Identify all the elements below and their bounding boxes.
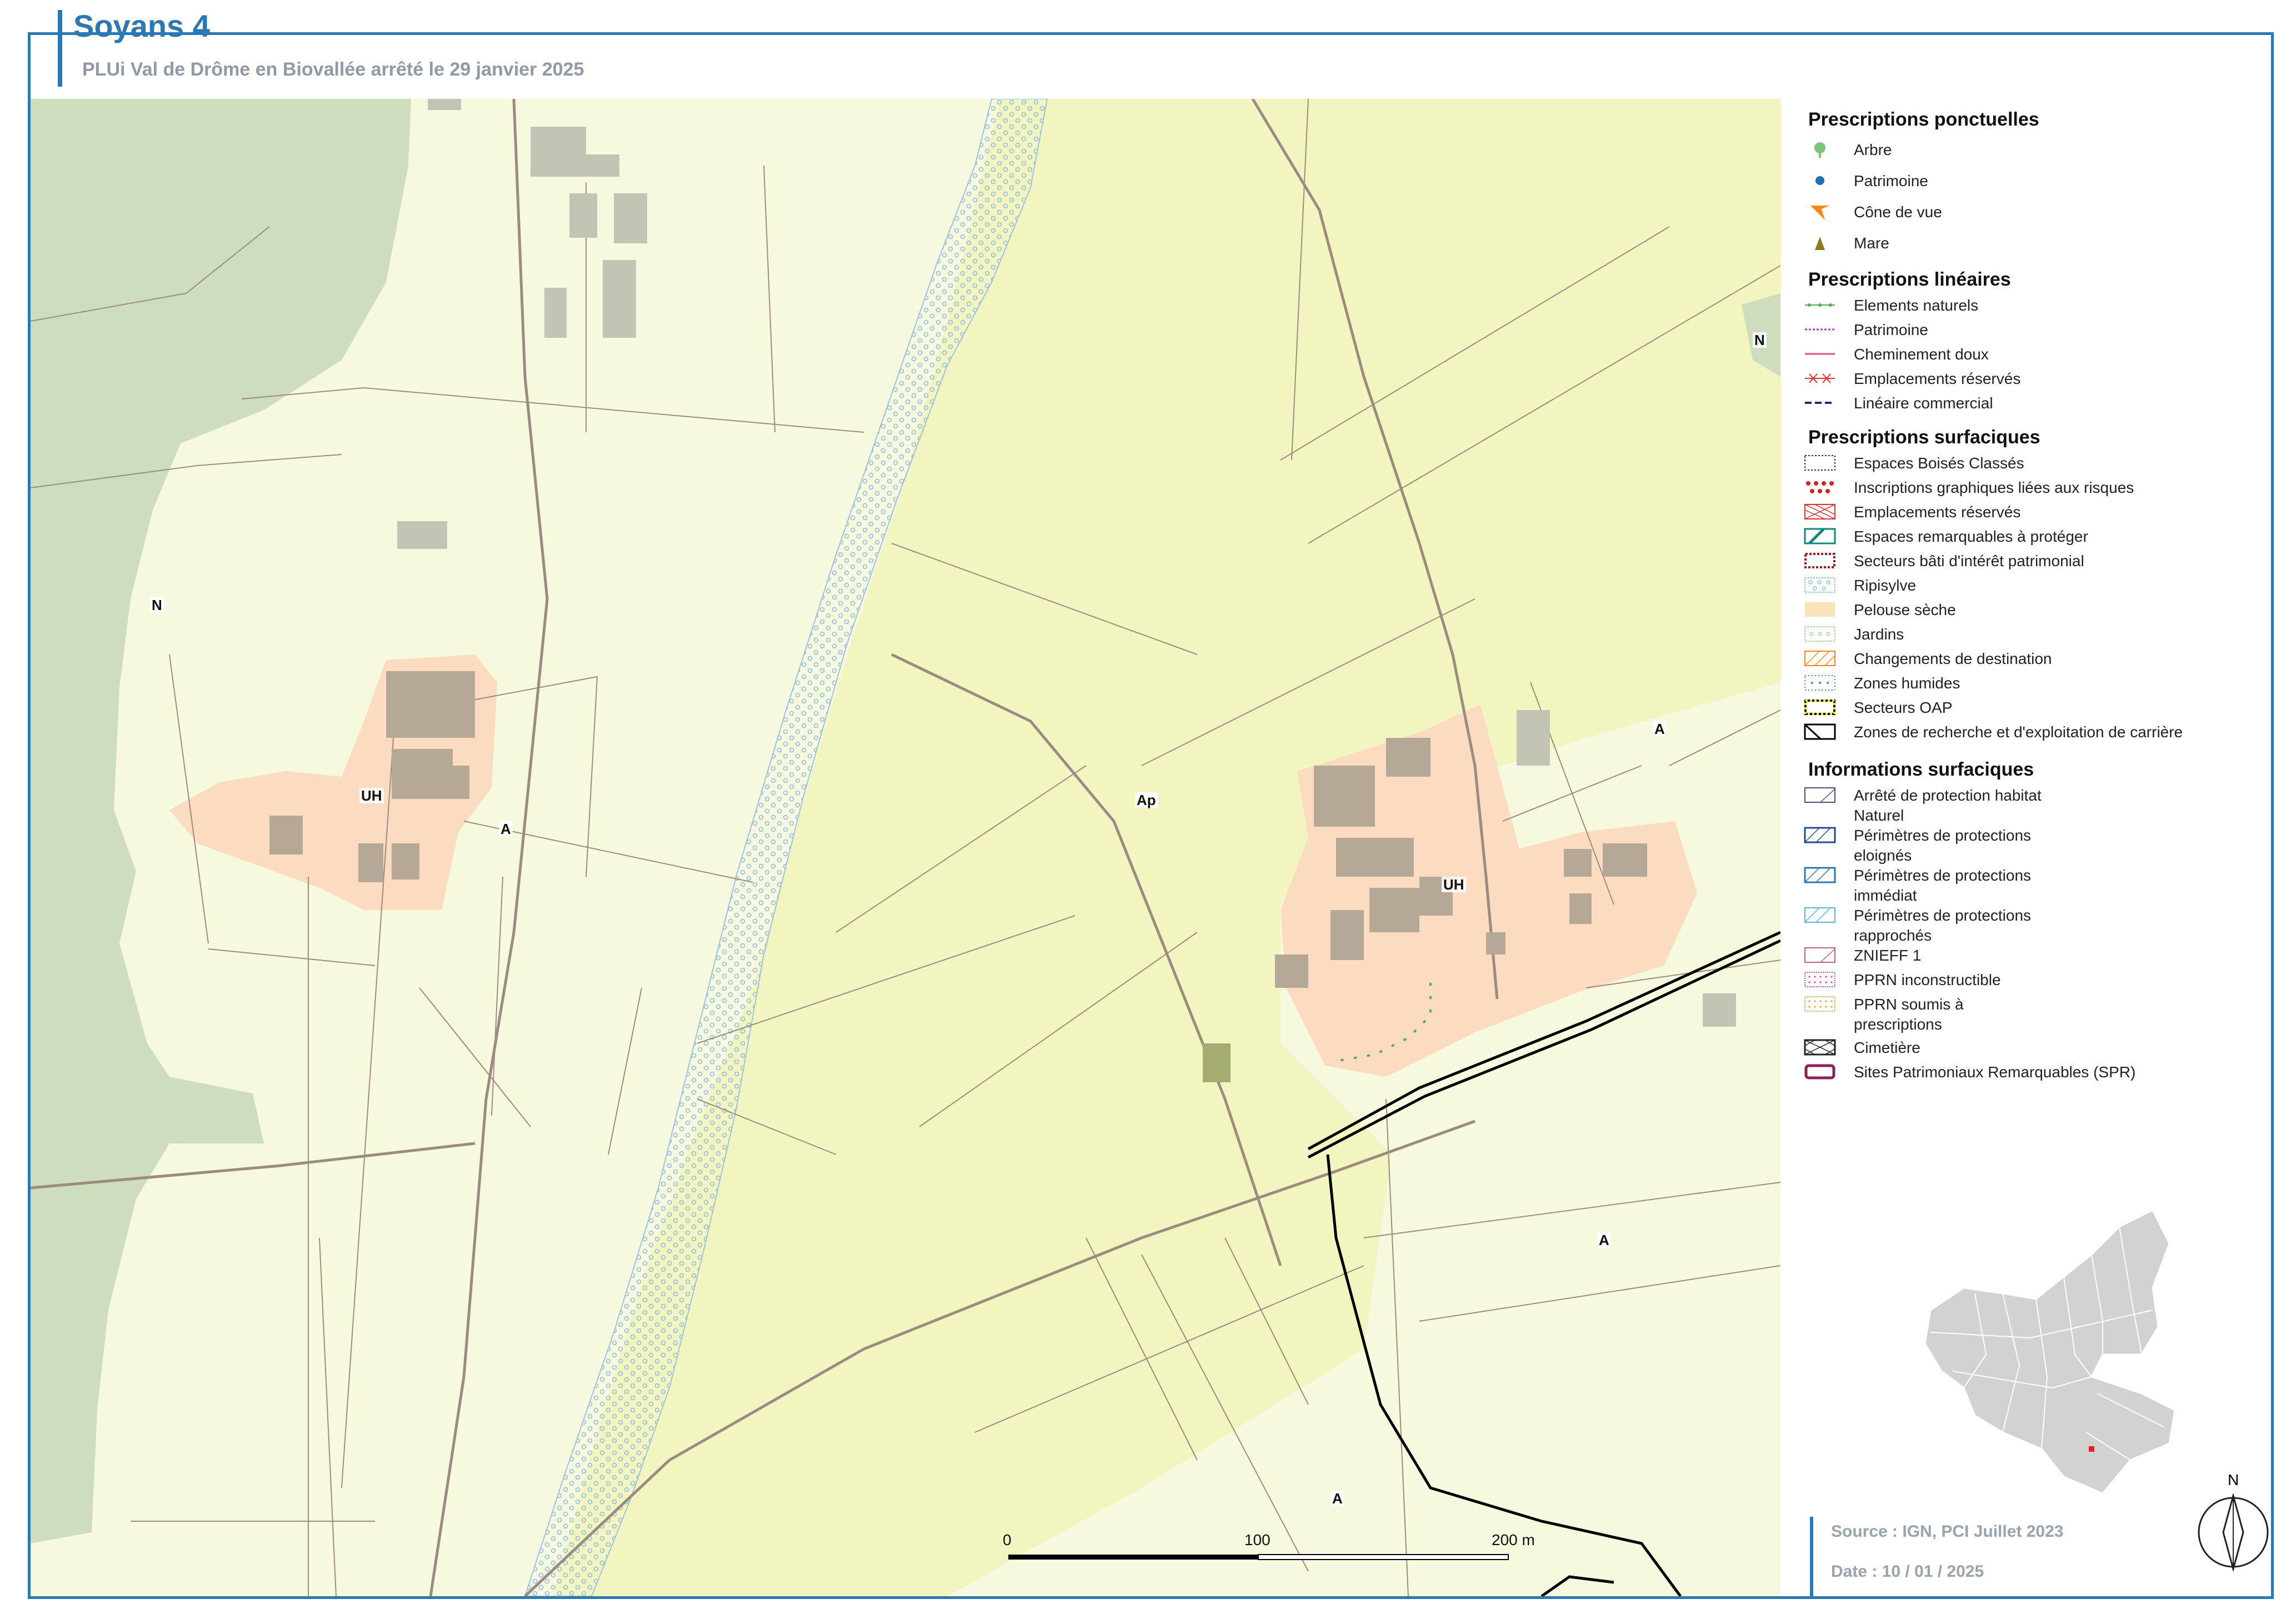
zone-label-a-east-top: A xyxy=(1653,721,1667,737)
green-hatch-swatch-icon xyxy=(1804,528,1836,544)
view-cone-icon xyxy=(1810,206,1829,220)
legend-label: PPRN inconstructible xyxy=(1854,971,2001,988)
dash-line-icon xyxy=(1805,402,1835,404)
line-icon xyxy=(1805,353,1835,355)
zone-label-n-east: N xyxy=(1753,332,1767,348)
legend-label: Ripisylve xyxy=(1854,577,1917,594)
legend-title-ponctuelles: Prescriptions ponctuelles xyxy=(1808,109,2039,130)
legend-label: Périmètres de protections rapprochés xyxy=(1854,907,2032,944)
north-arrow-label: N xyxy=(2228,1471,2239,1488)
orange-hatch-swatch-icon xyxy=(1804,651,1835,666)
legend-label: Mare xyxy=(1854,234,1889,252)
legend-label: PPRN soumis à prescriptions xyxy=(1854,996,1964,1033)
spr-swatch-icon xyxy=(1804,1064,1835,1080)
north-arrow: N xyxy=(2194,1471,2272,1582)
jardins-swatch-icon xyxy=(1804,626,1835,642)
risk-swatch-icon xyxy=(1805,480,1835,494)
dashed-line-icon xyxy=(1805,328,1835,331)
legend-label: Espaces Boisés Classés xyxy=(1854,454,2024,472)
legend-label: Jardins xyxy=(1854,626,1904,643)
legend-label: Arrêté de protection habitat Naturel xyxy=(1854,787,2042,824)
scale-bar xyxy=(1008,1554,1509,1560)
map-svg[interactable] xyxy=(31,99,1780,1596)
source-box: Source : IGN, PCI Juillet 2023 Date : 10… xyxy=(1810,1517,2147,1596)
legend-label: Emplacements réservés xyxy=(1854,370,2021,387)
ripisylve-swatch-icon xyxy=(1804,577,1835,593)
pelouse-swatch-icon xyxy=(1805,602,1835,617)
zone-label-n-west: N xyxy=(150,597,164,613)
compass-icon xyxy=(2198,1493,2269,1571)
legend-label: Pelouse sèche xyxy=(1854,601,1956,618)
legend-label: Linéaire commercial xyxy=(1854,394,1993,412)
legend-label: Emplacements réservés xyxy=(1854,503,2021,521)
pprn-red-swatch-icon xyxy=(1804,972,1835,987)
zone-label-a-east-mid: A xyxy=(1597,1232,1611,1248)
wetland-swatch-icon xyxy=(1804,675,1835,691)
locator-map xyxy=(1924,1210,2176,1495)
legend-title-informations: Informations surfaciques xyxy=(1808,759,2034,780)
pond-building xyxy=(1203,1043,1230,1082)
legend-panel: Prescriptions ponctuelles Arbre Patrimoi… xyxy=(1780,99,2271,1596)
zone-label-uh-east: UH xyxy=(1442,877,1466,892)
legend-label: Elements naturels xyxy=(1854,297,1979,314)
dotted-line-icon xyxy=(1805,303,1835,307)
quarry-swatch-icon xyxy=(1804,723,1836,740)
zone-label-uh-west: UH xyxy=(359,788,384,803)
cemetery-swatch-icon xyxy=(1804,1039,1836,1056)
source-text: Source : IGN, PCI Juillet 2023 xyxy=(1831,1522,2064,1541)
legend-label: Zones humides xyxy=(1854,674,1960,692)
legend-label: Cheminement doux xyxy=(1854,346,1989,363)
scale-label-200: 200 m xyxy=(1492,1531,1535,1548)
znieff-swatch-icon xyxy=(1804,947,1835,963)
scale-label-100: 100 xyxy=(1244,1531,1270,1548)
legend-label: ZNIEFF 1 xyxy=(1854,947,1922,964)
legend-label: Espaces remarquables à protéger xyxy=(1854,528,2088,545)
legend-label: Périmètres de protections eloignés xyxy=(1854,827,2032,864)
triangle-icon xyxy=(1815,237,1825,250)
hatched-red-swatch-icon xyxy=(1804,504,1835,519)
dot-icon xyxy=(1815,176,1824,185)
legend-label: Patrimoine xyxy=(1854,321,1928,338)
zone-label-a-south: A xyxy=(1330,1491,1344,1506)
date-text: Date : 10 / 01 / 2025 xyxy=(1831,1562,1984,1581)
zone-label-a-west: A xyxy=(499,821,513,837)
pprn-orange-swatch-icon xyxy=(1804,996,1835,1012)
legend-title-lineaires: Prescriptions linéaires xyxy=(1808,269,2011,290)
purple-hatch-swatch-icon xyxy=(1804,787,1835,803)
legend-label: Périmètres de protections immédiat xyxy=(1854,867,2032,904)
legend-label: Arbre xyxy=(1854,141,1892,158)
legend-label: Sites Patrimoniaux Remarquables (SPR) xyxy=(1854,1063,2136,1081)
tree-icon xyxy=(1814,142,1825,158)
zone-label-ap: Ap xyxy=(1135,792,1158,808)
legend-label: Secteurs OAP xyxy=(1854,699,1953,716)
legend-label: Inscriptions graphiques liées aux risque… xyxy=(1854,479,2134,496)
dotted-border-swatch-icon xyxy=(1804,553,1835,568)
blue-hatch-swatch-icon xyxy=(1804,827,1836,843)
legend-label: Cimetière xyxy=(1854,1039,1920,1056)
scale-label-0: 0 xyxy=(1003,1531,1012,1548)
legend-label: Zones de recherche et d'exploitation de … xyxy=(1854,723,2183,741)
map-canvas[interactable]: N UH A Ap UH A A A N 0 100 200 m xyxy=(31,99,1780,1596)
legend-title-surfaciques: Prescriptions surfaciques xyxy=(1808,427,2040,448)
legend-label: Cône de vue xyxy=(1854,203,1942,221)
legend-label: Changements de destination xyxy=(1854,650,2052,667)
legend-label: Secteurs bâti d'intérêt patrimonial xyxy=(1854,552,2084,569)
blue-hatch-swatch-icon xyxy=(1804,867,1836,883)
cross-line-icon xyxy=(1805,373,1835,383)
locator-marker xyxy=(2089,1446,2094,1452)
legend-label: Patrimoine xyxy=(1854,172,1928,189)
light-blue-hatch-swatch-icon xyxy=(1804,907,1835,923)
oap-swatch-icon xyxy=(1804,699,1835,715)
ebc-swatch-icon xyxy=(1804,455,1835,471)
